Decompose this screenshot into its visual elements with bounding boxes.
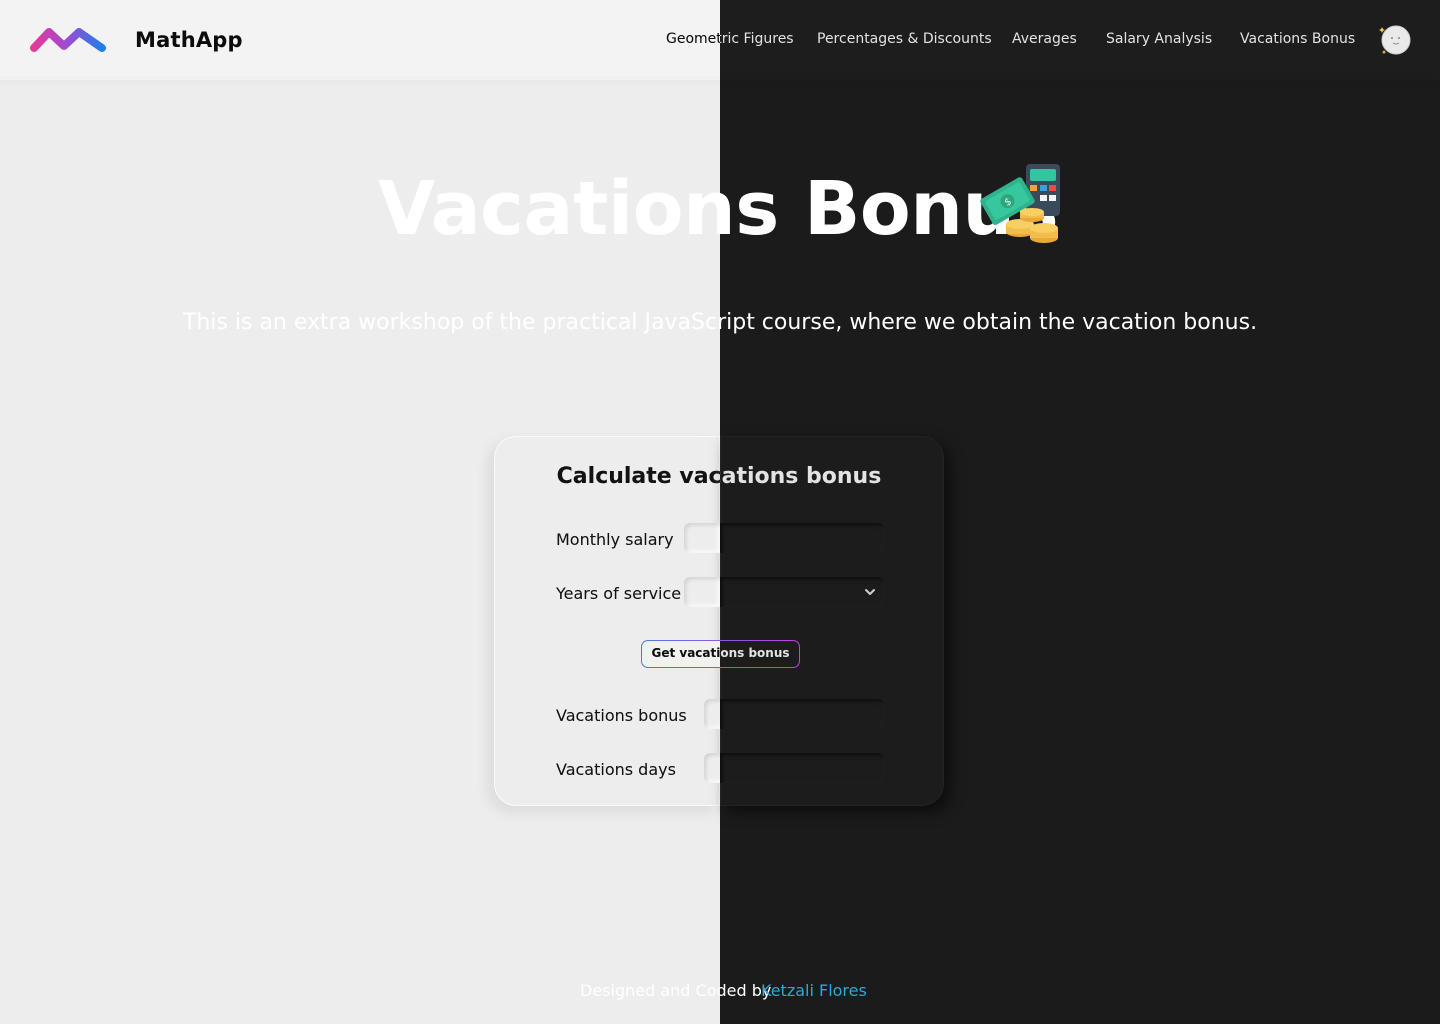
nav-salary-analysis[interactable]: Salary Analysis	[1106, 31, 1212, 47]
years-of-service-label: Years of service	[556, 584, 682, 603]
nav-percentages-discounts[interactable]: Percentages & Discounts	[817, 31, 992, 47]
nav-menu: Geometric Figures Percentages & Discount…	[0, 31, 1440, 51]
card-title: Calculate vacations bonus	[556, 464, 882, 489]
page-title: Vacations Bonus	[378, 166, 1059, 252]
money-calculator-icon: $	[980, 164, 1060, 243]
footer-credit: Designed and Coded by	[580, 981, 772, 1000]
nav-geometric-figures[interactable]: Geometric Figures	[666, 31, 794, 47]
top-navbar: MathApp Geometric Figures Percentages & …	[0, 0, 1440, 80]
vacations-days-output[interactable]	[704, 753, 884, 783]
navbar-shadow	[0, 79, 1440, 80]
vacations-bonus-label: Vacations bonus	[556, 706, 687, 725]
monthly-salary-label: Monthly salary	[556, 530, 674, 549]
monthly-salary-input[interactable]	[684, 523, 884, 553]
moon-icon[interactable]	[1378, 22, 1414, 58]
nav-vacations-bonus[interactable]: Vacations Bonus	[1240, 31, 1355, 47]
footer-author-link[interactable]: Ketzali Flores	[761, 981, 867, 1000]
years-of-service-select[interactable]	[684, 577, 884, 607]
vacations-days-label: Vacations days	[556, 760, 676, 779]
nav-averages[interactable]: Averages	[1012, 31, 1077, 47]
get-vacations-bonus-button[interactable]	[641, 640, 800, 668]
hero-title-wrap: Vacations Bonus	[0, 160, 1440, 260]
page-subtitle: This is an extra workshop of the practic…	[182, 310, 1258, 335]
calculator-card	[494, 436, 944, 806]
vacations-bonus-output[interactable]	[704, 699, 884, 729]
page-content: MathApp Geometric Figures Percentages & …	[0, 0, 1440, 1024]
